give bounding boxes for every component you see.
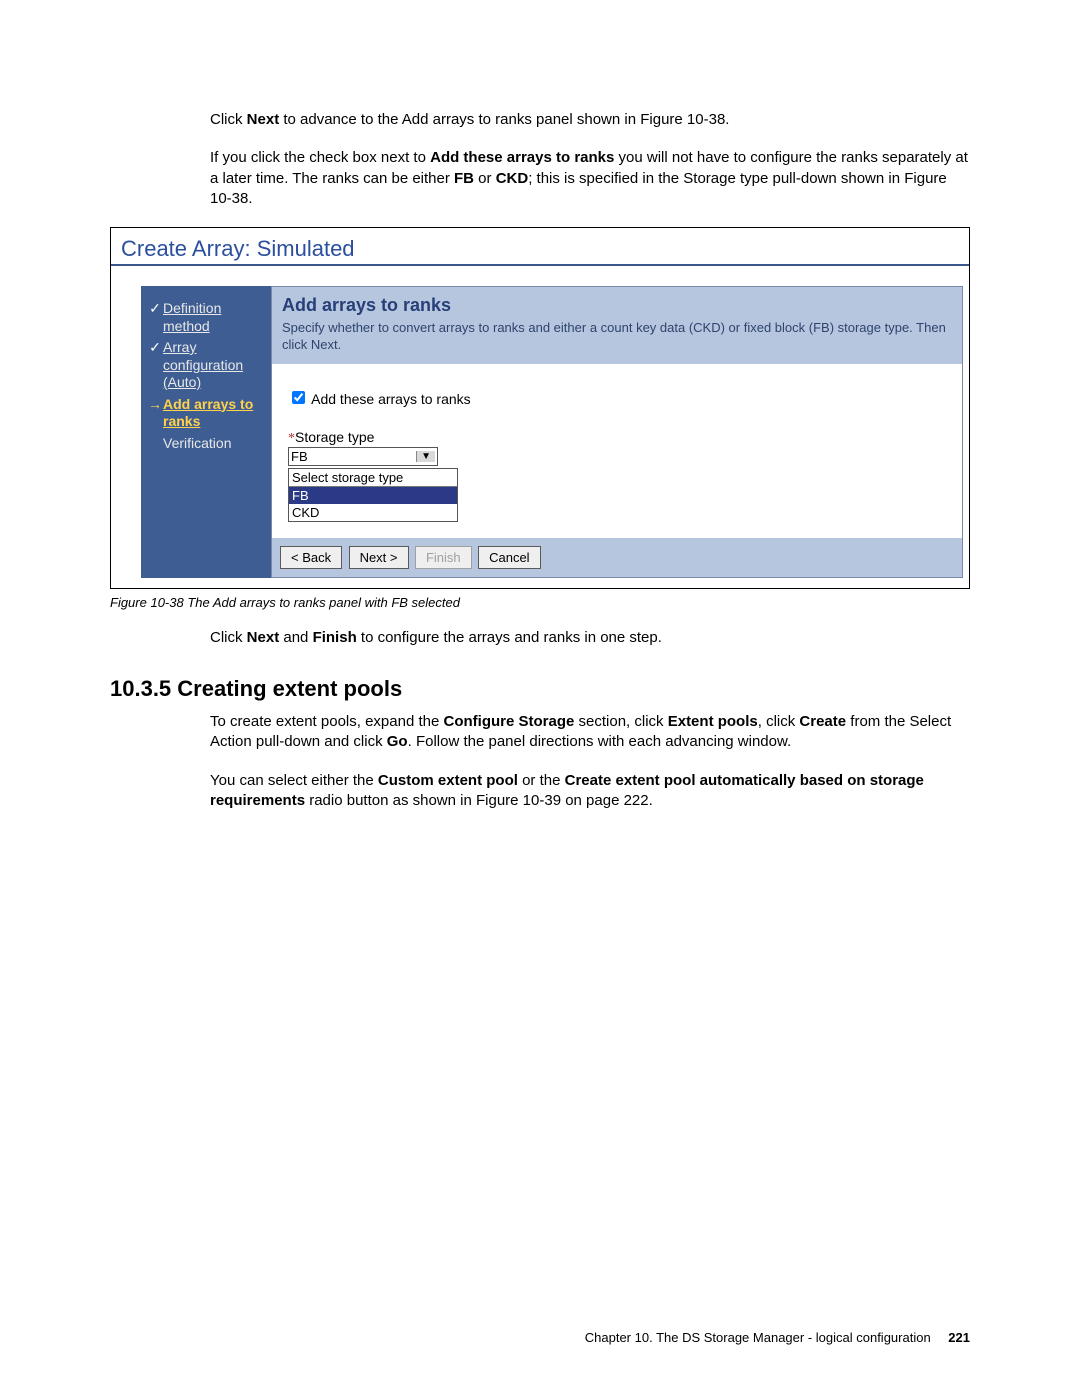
back-button[interactable]: < Back	[280, 546, 342, 569]
next-button[interactable]: Next >	[349, 546, 409, 569]
intro-paragraph-1: Click Next to advance to the Add arrays …	[110, 110, 970, 130]
storage-type-select[interactable]: FB ▼	[288, 447, 438, 466]
bold-finish: Finish	[313, 629, 357, 646]
page-number: 221	[948, 1330, 970, 1345]
text: If you click the check box next to	[210, 149, 430, 166]
bold-custom-extent: Custom extent pool	[378, 772, 518, 789]
step-array-configuration[interactable]: ✓ Array configuration (Auto)	[147, 339, 265, 392]
bold-next: Next	[247, 111, 280, 128]
cancel-button[interactable]: Cancel	[478, 546, 540, 569]
text: radio button as shown in Figure 10-39 on…	[305, 792, 653, 809]
bold-extent-pools: Extent pools	[668, 713, 758, 730]
section-heading: 10.3.5 Creating extent pools	[110, 676, 970, 702]
figure-screenshot: Create Array: Simulated ✓ Definition met…	[110, 227, 970, 589]
text: section, click	[574, 713, 667, 730]
checkbox-row: Add these arrays to ranks	[288, 388, 946, 407]
storage-type-group: *Storage type FB ▼ Select storage type F…	[288, 429, 946, 522]
chevron-down-icon: ▼	[416, 451, 435, 462]
text: to configure the arrays and ranks in one…	[357, 629, 662, 646]
panel-body: Add these arrays to ranks *Storage type …	[272, 364, 962, 538]
intro-paragraph-2: If you click the check box next to Add t…	[110, 148, 970, 209]
listbox-header: Select storage type	[289, 469, 457, 487]
wizard-container: ✓ Definition method ✓ Array configuratio…	[111, 266, 969, 588]
step-label: Definition method	[163, 300, 265, 335]
text: or the	[518, 772, 565, 789]
panel-footer: < Back Next > Finish Cancel	[272, 538, 962, 577]
text: to advance to the Add arrays to ranks pa…	[279, 111, 729, 128]
panel-description: Specify whether to convert arrays to ran…	[282, 320, 952, 354]
required-star-icon: *	[288, 431, 295, 446]
finish-button: Finish	[415, 546, 472, 569]
text: . Follow the panel directions with each …	[408, 733, 792, 750]
bold-add-arrays: Add these arrays to ranks	[430, 149, 614, 166]
text: and	[279, 629, 312, 646]
chapter-label: Chapter 10. The DS Storage Manager - log…	[585, 1330, 931, 1345]
text: or	[474, 170, 496, 187]
text: Click	[210, 111, 247, 128]
step-label: Verification	[163, 435, 231, 453]
step-label: Array configuration (Auto)	[163, 339, 265, 392]
checkmark-icon: ✓	[147, 339, 163, 357]
bold-configure-storage: Configure Storage	[444, 713, 575, 730]
section-paragraph-1: To create extent pools, expand the Confi…	[110, 712, 970, 753]
step-label: Add arrays to ranks	[163, 396, 265, 431]
arrow-right-icon: →	[147, 396, 163, 414]
text: , click	[758, 713, 800, 730]
bold-ckd: CKD	[496, 170, 529, 187]
after-paragraph: Click Next and Finish to configure the a…	[110, 628, 970, 648]
figure-caption: Figure 10-38 The Add arrays to ranks pan…	[110, 595, 970, 610]
step-definition-method[interactable]: ✓ Definition method	[147, 300, 265, 335]
storage-type-listbox[interactable]: Select storage type FB CKD	[288, 468, 458, 522]
storage-type-label: Storage type	[295, 429, 374, 445]
wizard-panel: Add arrays to ranks Specify whether to c…	[271, 286, 963, 578]
select-value: FB	[291, 449, 308, 464]
listbox-option-fb[interactable]: FB	[289, 487, 457, 504]
wizard-sidebar: ✓ Definition method ✓ Array configuratio…	[141, 286, 271, 578]
page-footer: Chapter 10. The DS Storage Manager - log…	[585, 1330, 970, 1345]
window-title: Create Array: Simulated	[111, 228, 969, 266]
step-verification: Verification	[147, 435, 265, 453]
checkmark-icon: ✓	[147, 300, 163, 318]
bold-next: Next	[247, 629, 280, 646]
text: Click	[210, 629, 247, 646]
bold-fb: FB	[454, 170, 474, 187]
text: You can select either the	[210, 772, 378, 789]
panel-title: Add arrays to ranks	[282, 295, 952, 316]
step-add-arrays-to-ranks[interactable]: → Add arrays to ranks	[147, 396, 265, 431]
checkbox-label: Add these arrays to ranks	[311, 391, 471, 407]
listbox-option-ckd[interactable]: CKD	[289, 504, 457, 521]
document-page: Click Next to advance to the Add arrays …	[0, 0, 1080, 1397]
add-arrays-checkbox[interactable]	[292, 391, 305, 404]
bold-create: Create	[799, 713, 846, 730]
text: To create extent pools, expand the	[210, 713, 444, 730]
panel-header: Add arrays to ranks Specify whether to c…	[272, 287, 962, 364]
bold-go: Go	[387, 733, 408, 750]
section-paragraph-2: You can select either the Custom extent …	[110, 771, 970, 812]
